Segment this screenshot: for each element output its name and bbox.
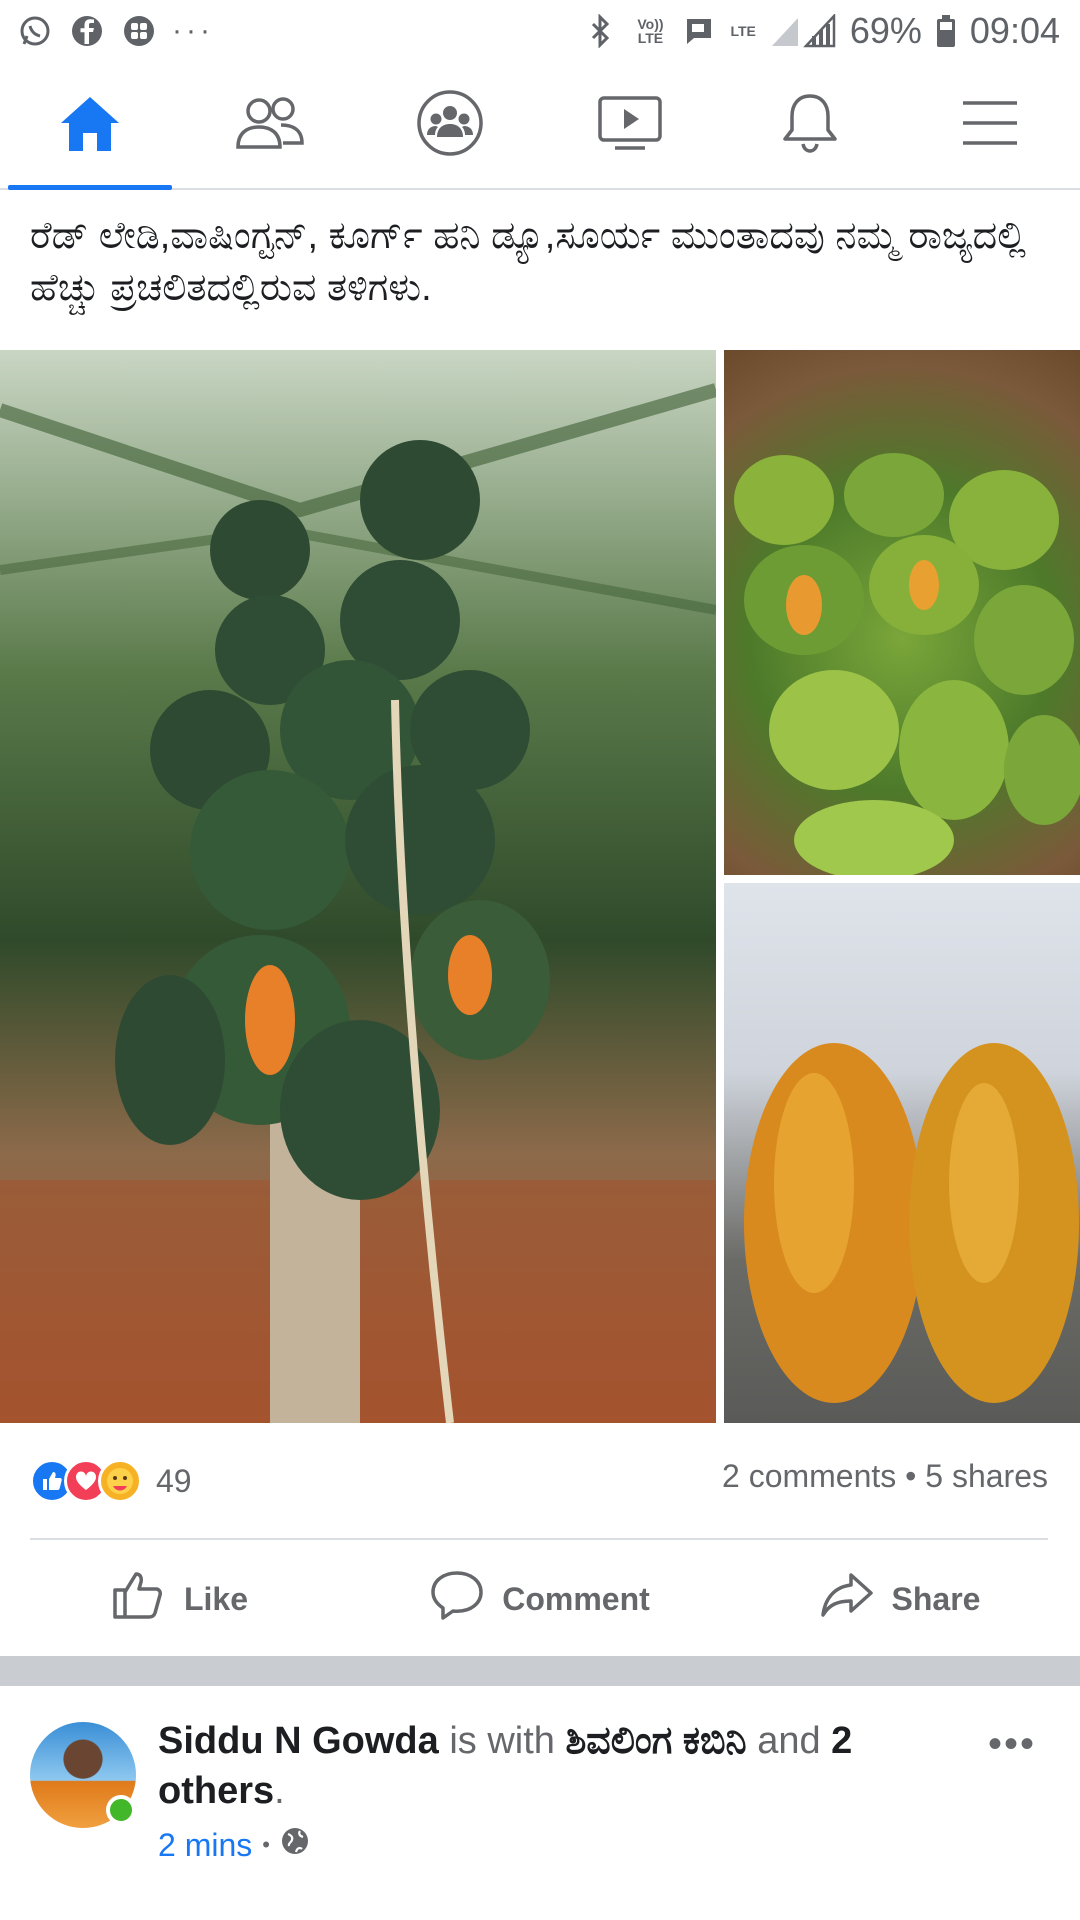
thumbs-up-icon	[112, 1570, 166, 1628]
like-button[interactable]: Like	[0, 1545, 360, 1653]
battery-icon	[934, 12, 958, 50]
post-photo-papaya-pile[interactable]	[724, 350, 1080, 875]
is-with-text: is with	[449, 1720, 555, 1762]
feed-separator	[0, 1656, 1080, 1686]
tab-friends[interactable]	[180, 62, 360, 188]
status-bar-right: Vo)) LTE LTE 69% 09:04	[582, 10, 1060, 52]
globe-icon	[280, 1826, 310, 1864]
comment-button[interactable]: Comment	[360, 1545, 720, 1653]
app-grid-icon	[120, 12, 158, 50]
post-photo-ripe-papayas[interactable]	[724, 883, 1080, 1423]
whatsapp-icon	[16, 12, 54, 50]
comments-shares-count[interactable]: 2 comments • 5 shares	[722, 1458, 1048, 1495]
ripe-papayas-illustration	[744, 1043, 1079, 1403]
tagged-person[interactable]: ಶಿವಲಿಂಗ ಕಬಿನಿ	[565, 1720, 746, 1762]
like-label: Like	[183, 1580, 249, 1617]
reaction-count: 49	[156, 1462, 192, 1499]
lte-label: LTE	[730, 23, 756, 39]
bell-icon	[780, 91, 840, 160]
comment-label: Comment	[502, 1580, 650, 1617]
post-photo-papaya-tree[interactable]	[0, 350, 716, 1423]
author-name[interactable]: Siddu N Gowda	[158, 1720, 439, 1762]
battery-percent: 69%	[849, 10, 922, 51]
signal-icon	[768, 12, 838, 50]
post-time[interactable]: 2 mins	[158, 1827, 252, 1864]
volte-label: Vo)) LTE	[637, 16, 664, 46]
groups-icon	[416, 89, 484, 162]
more-notifications-icon: ···	[172, 14, 214, 47]
friends-icon	[235, 95, 305, 156]
comment-icon	[430, 1569, 484, 1629]
status-bar: ··· Vo)) LTE LTE 69% 09:04	[0, 0, 1080, 62]
tab-home[interactable]	[0, 62, 180, 190]
share-label: Share	[891, 1580, 981, 1617]
home-icon	[57, 93, 123, 158]
share-icon	[820, 1571, 874, 1627]
share-button[interactable]: Share	[720, 1545, 1080, 1653]
papaya-tree-illustration	[0, 383, 716, 1423]
tab-menu[interactable]	[900, 62, 1080, 188]
care-reaction-icon	[98, 1459, 142, 1503]
tab-watch[interactable]	[540, 62, 720, 188]
reactions-summary[interactable]: 49	[30, 1452, 192, 1510]
period-text: .	[274, 1770, 285, 1812]
and-text: and	[757, 1720, 821, 1762]
message-icon	[680, 12, 718, 50]
tab-notifications[interactable]	[720, 62, 900, 188]
post-actions: Like Comment Share	[0, 1545, 1080, 1653]
facebook-icon	[68, 12, 106, 50]
tab-groups[interactable]	[360, 62, 540, 188]
post-options-button[interactable]: •••	[988, 1722, 1036, 1767]
status-bar-left: ···	[16, 12, 214, 50]
clock: 09:04	[969, 10, 1060, 51]
post-meta: 2 mins •	[158, 1826, 310, 1864]
meta-separator: •	[262, 1832, 270, 1857]
watch-icon	[597, 93, 663, 158]
online-status-badge	[106, 1795, 136, 1825]
menu-icon	[960, 98, 1020, 153]
papaya-pile-illustration	[734, 453, 1080, 875]
post-author-line: Siddu N Gowda is with ಶಿವಲಿಂಗ ಕಬಿನಿ and …	[158, 1716, 958, 1816]
post-text: ರೆಡ್ ಲೇಡಿ,ವಾಷಿಂಗ್ಟನ್, ಕೂರ್ಗ್ ಹನಿ ಡ್ಯೂ,ಸೂ…	[30, 215, 1026, 309]
bluetooth-icon	[582, 12, 620, 50]
divider	[30, 1538, 1048, 1540]
top-nav	[0, 62, 1080, 190]
